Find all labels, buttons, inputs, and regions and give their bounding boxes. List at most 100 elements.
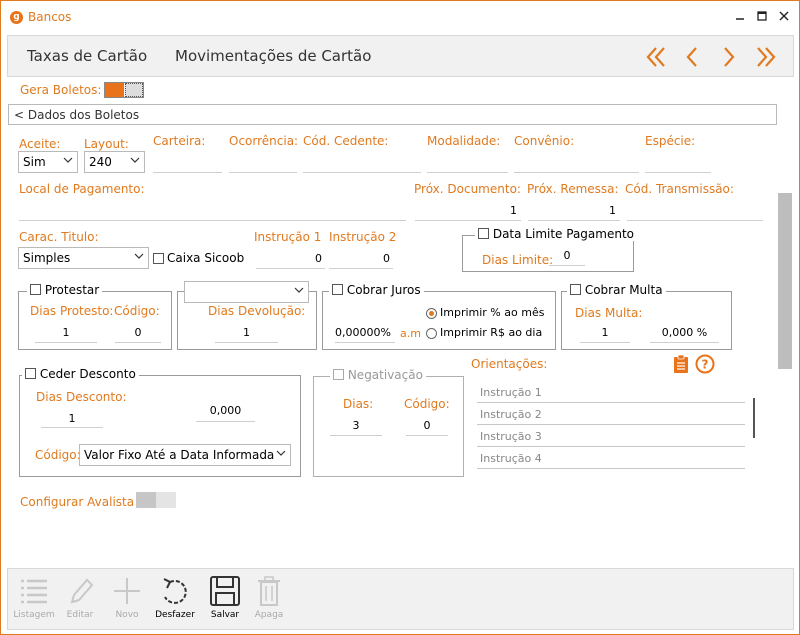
negativacao-dias-input[interactable] bbox=[330, 435, 382, 436]
tab-movimentacoes-cartao[interactable]: Movimentações de Cartão bbox=[175, 47, 371, 65]
desconto-valor-input[interactable] bbox=[196, 421, 255, 422]
listagem-button[interactable]: Listagem bbox=[12, 575, 56, 627]
prox-documento-input[interactable] bbox=[415, 220, 521, 221]
multa-percent-input[interactable] bbox=[650, 342, 719, 343]
instrucao2-value: 0 bbox=[383, 252, 390, 265]
double-chevron-left-icon bbox=[646, 47, 665, 67]
undo-icon bbox=[163, 578, 187, 604]
orientacoes-list[interactable]: Instrução 1 Instrução 2 Instrução 3 Inst… bbox=[477, 381, 749, 469]
carac-titulo-label: Carac. Titulo: bbox=[19, 230, 99, 244]
juros-checkbox[interactable] bbox=[332, 284, 343, 295]
data-limite-title-wrap: Data Limite Pagamento bbox=[475, 227, 637, 241]
dados-boletos-section-header[interactable]: < Dados dos Boletos bbox=[8, 104, 777, 125]
dias-limite-label: Dias Limite: bbox=[482, 253, 554, 267]
ocorrencia-input[interactable] bbox=[229, 172, 297, 173]
last-record-button[interactable] bbox=[752, 44, 778, 70]
multa-checkbox[interactable] bbox=[570, 284, 581, 295]
negativacao-codigo-input[interactable] bbox=[406, 435, 448, 436]
orientacao-item[interactable]: Instrução 1 bbox=[477, 381, 745, 403]
desfazer-button[interactable]: Desfazer bbox=[153, 575, 197, 627]
carteira-input[interactable] bbox=[153, 172, 222, 173]
instrucao2-input[interactable] bbox=[329, 268, 393, 269]
cod-cedente-label: Cód. Cedente: bbox=[303, 134, 389, 148]
prox-documento-label: Próx. Documento: bbox=[414, 182, 521, 196]
juros-title-wrap: Cobrar Juros bbox=[329, 283, 424, 297]
juros-input[interactable] bbox=[335, 342, 395, 343]
dias-desconto-input[interactable] bbox=[41, 427, 103, 428]
bottom-toolbar: Listagem Editar Novo Desfazer Salvar Apa… bbox=[7, 568, 794, 630]
dias-protesto-input[interactable] bbox=[35, 342, 97, 343]
close-button[interactable] bbox=[773, 7, 795, 27]
first-record-button[interactable] bbox=[644, 44, 670, 70]
juros-unit: a.m bbox=[400, 327, 421, 340]
dias-multa-value: 1 bbox=[601, 326, 609, 339]
aceite-value: Sim bbox=[23, 155, 46, 169]
local-pagamento-input[interactable] bbox=[19, 220, 406, 221]
svg-text:?: ? bbox=[702, 358, 709, 372]
dias-multa-input[interactable] bbox=[580, 342, 630, 343]
carteira-label: Carteira: bbox=[153, 134, 206, 148]
negativacao-codigo-label: Código: bbox=[404, 397, 450, 411]
clipboard-button[interactable] bbox=[672, 354, 690, 374]
layout-select[interactable]: 240 bbox=[84, 151, 145, 173]
convenio-input[interactable] bbox=[514, 172, 639, 173]
prox-remessa-input[interactable] bbox=[528, 220, 620, 221]
tab-taxas-cartao[interactable]: Taxas de Cartão bbox=[27, 47, 147, 65]
orientacao-item[interactable]: Instrução 2 bbox=[477, 403, 745, 425]
protestar-title: Protestar bbox=[44, 283, 100, 297]
editar-button[interactable]: Editar bbox=[58, 575, 102, 627]
chevron-down-icon bbox=[134, 253, 144, 259]
data-limite-checkbox[interactable] bbox=[478, 228, 489, 239]
maximize-button[interactable] bbox=[751, 7, 773, 27]
protesto-codigo-input[interactable] bbox=[115, 342, 161, 343]
imprimir-rs-radio[interactable] bbox=[426, 328, 437, 339]
desconto-checkbox[interactable] bbox=[25, 368, 36, 379]
desconto-title: Ceder Desconto bbox=[39, 367, 136, 381]
desconto-codigo-select[interactable]: Valor Fixo Até a Data Informada bbox=[79, 444, 291, 466]
orientacao-item[interactable]: Instrução 4 bbox=[477, 447, 745, 469]
especie-input[interactable] bbox=[645, 172, 711, 173]
next-record-button[interactable] bbox=[716, 44, 742, 70]
dias-limite-input[interactable] bbox=[549, 265, 585, 266]
chevron-down-icon bbox=[294, 287, 304, 293]
instrucao1-input[interactable] bbox=[256, 268, 325, 269]
form-scrollbar-thumb[interactable] bbox=[778, 193, 792, 369]
carac-titulo-select[interactable]: Simples bbox=[18, 247, 149, 269]
desconto-title-wrap: Ceder Desconto bbox=[22, 367, 139, 381]
negativacao-checkbox[interactable] bbox=[333, 369, 344, 380]
chevron-down-icon bbox=[276, 450, 286, 456]
gera-boletos-toggle[interactable] bbox=[104, 82, 144, 98]
protestar-checkbox[interactable] bbox=[30, 284, 41, 295]
novo-button[interactable]: Novo bbox=[105, 575, 149, 627]
caixa-sicoob-checkbox[interactable] bbox=[153, 253, 164, 264]
dias-desconto-value: 1 bbox=[68, 412, 76, 425]
cod-cedente-input[interactable] bbox=[303, 172, 421, 173]
maximize-icon bbox=[757, 11, 767, 21]
protesto-codigo-value: 0 bbox=[134, 326, 142, 339]
pencil-icon bbox=[70, 578, 94, 604]
orientacao-item[interactable]: Instrução 3 bbox=[477, 425, 745, 447]
imprimir-percent-radio[interactable] bbox=[426, 308, 437, 319]
local-pagamento-label: Local de Pagamento: bbox=[19, 182, 145, 196]
devolucao-select[interactable] bbox=[184, 281, 309, 303]
help-question-icon: ? bbox=[695, 354, 715, 374]
previous-record-button[interactable] bbox=[680, 44, 706, 70]
apaga-button[interactable]: Apaga bbox=[247, 575, 291, 627]
orientacoes-label: Orientações: bbox=[471, 357, 548, 371]
dias-devolucao-label: Dias Devolução: bbox=[208, 304, 306, 318]
aceite-select[interactable]: Sim bbox=[18, 151, 78, 173]
orientacoes-scrollbar[interactable] bbox=[753, 398, 755, 438]
floppy-disk-icon bbox=[210, 576, 240, 606]
multa-percent-value: 0,000 % bbox=[661, 326, 708, 339]
juros-title: Cobrar Juros bbox=[346, 283, 421, 297]
help-button[interactable]: ? bbox=[695, 354, 715, 374]
configurar-avalista-toggle[interactable] bbox=[136, 492, 176, 508]
aceite-label: Aceite: bbox=[19, 137, 61, 151]
cod-transmissao-input[interactable] bbox=[627, 220, 763, 221]
modalidade-input[interactable] bbox=[427, 172, 508, 173]
salvar-button[interactable]: Salvar bbox=[203, 575, 247, 627]
novo-label: Novo bbox=[115, 610, 139, 620]
minimize-button[interactable] bbox=[729, 7, 751, 27]
dias-devolucao-input[interactable] bbox=[215, 342, 278, 343]
imprimir-rs-label: Imprimir R$ ao dia bbox=[440, 326, 543, 339]
